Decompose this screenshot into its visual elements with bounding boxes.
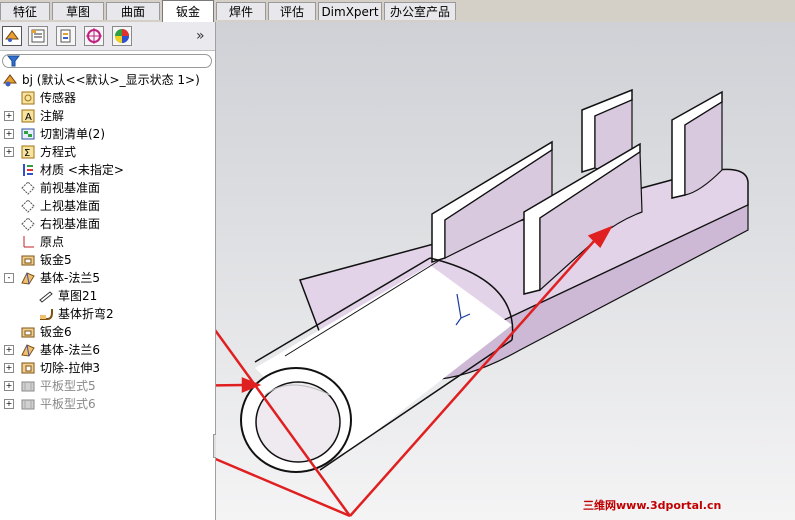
tree-item[interactable]: 基体折弯2 xyxy=(0,305,212,323)
filter-icon xyxy=(7,55,21,67)
tree-item[interactable]: + 切除-拉伸3 xyxy=(0,359,212,377)
expand-icon[interactable]: + xyxy=(4,363,14,373)
cut-extrude-icon xyxy=(20,360,36,376)
tree-item[interactable]: 钣金5 xyxy=(0,251,212,269)
base-flange-icon xyxy=(20,342,36,358)
tab-1[interactable]: 草图 xyxy=(52,2,104,20)
command-manager-tabs: 特征 草图 曲面 钣金 焊件 评估 DimXpert 办公室产品 xyxy=(0,0,795,23)
tree-item-label: 传感器 xyxy=(40,91,77,105)
expand-icon[interactable]: + xyxy=(4,399,14,409)
tree-item-label: 平板型式6 xyxy=(40,397,96,411)
flat-pattern-icon xyxy=(20,396,36,412)
expand-icon[interactable]: + xyxy=(4,111,14,121)
part-icon xyxy=(2,72,18,88)
sketch-icon xyxy=(38,288,54,304)
svg-text:A: A xyxy=(25,112,32,123)
tab-5[interactable]: 评估 xyxy=(268,2,316,20)
tree-root-label: bj (默认<<默认>_显示状态 1>) xyxy=(22,73,200,87)
tree-item-label: 平板型式5 xyxy=(40,379,96,393)
tab-4[interactable]: 焊件 xyxy=(216,2,266,20)
tree-item[interactable]: 钣金6 xyxy=(0,323,212,341)
tree-item[interactable]: + 平板型式5 xyxy=(0,377,212,395)
tree-item-label: 钣金5 xyxy=(40,253,72,267)
plane-icon xyxy=(20,198,36,214)
origin-icon xyxy=(20,234,36,250)
tab-7[interactable]: 办公室产品 xyxy=(384,2,456,20)
material-icon xyxy=(20,162,36,178)
base-flange-icon xyxy=(20,270,36,286)
sheetmetal-icon xyxy=(20,252,36,268)
annotation-icon: A xyxy=(20,108,36,124)
expand-icon[interactable]: + xyxy=(4,345,14,355)
tab-0[interactable]: 特征 xyxy=(0,2,50,20)
plane-icon xyxy=(20,180,36,196)
tree-item-label: 注解 xyxy=(40,109,65,123)
tree-item[interactable]: + Σ 方程式 xyxy=(0,143,212,161)
svg-text:Σ: Σ xyxy=(24,148,30,159)
property-manager-icon[interactable] xyxy=(28,26,48,46)
model-viewport xyxy=(216,88,749,518)
tree-item[interactable]: + 基体-法兰6 xyxy=(0,341,212,359)
tree-root[interactable]: bj (默认<<默认>_显示状态 1>) xyxy=(0,71,212,89)
tree-item-label: 前视基准面 xyxy=(40,181,101,195)
tab-6[interactable]: DimXpert xyxy=(318,2,382,20)
tree-item-label: 上视基准面 xyxy=(40,199,101,213)
tree-filter-field[interactable] xyxy=(2,54,212,68)
tree-item[interactable]: 前视基准面 xyxy=(0,179,212,197)
tree-item-label: 原点 xyxy=(40,235,65,249)
tab-2[interactable]: 曲面 xyxy=(106,2,160,20)
dimxpert-manager-icon[interactable] xyxy=(84,26,104,46)
sensor-icon xyxy=(20,90,36,106)
arrow-line-1 xyxy=(216,383,246,387)
tree-item[interactable]: + 切割清单(2) xyxy=(0,125,212,143)
tree-item-label: 钣金6 xyxy=(40,325,72,339)
tree-item[interactable]: 右视基准面 xyxy=(0,215,212,233)
expand-icon[interactable]: + xyxy=(4,381,14,391)
tree-item[interactable]: 材质 <未指定> xyxy=(0,161,212,179)
tab-3[interactable]: 钣金 xyxy=(162,0,214,22)
flat-pattern-icon xyxy=(20,378,36,394)
tree-item[interactable]: - 基体-法兰5 xyxy=(0,269,212,287)
feature-manager-icon[interactable] xyxy=(2,26,22,46)
plane-icon xyxy=(20,216,36,232)
tree-item-label: 方程式 xyxy=(40,145,77,159)
panel-toolbar: » xyxy=(0,22,215,51)
feature-manager-panel: » bj (默认<<默认>_显示状态 1>) 传感器 + A 注解 + 切割清单(2) + Σ… xyxy=(0,22,219,520)
tree-item[interactable]: 原点 xyxy=(0,233,212,251)
tree-item-label: 草图21 xyxy=(58,289,98,303)
panel-expand-chevron-icon[interactable]: » xyxy=(196,28,205,44)
expand-icon[interactable]: + xyxy=(4,147,14,157)
cutlist-icon xyxy=(20,126,36,142)
expand-icon[interactable]: + xyxy=(4,129,14,139)
sheetmetal-icon xyxy=(20,324,36,340)
tree-item-label: 基体-法兰6 xyxy=(40,343,100,357)
tree-item[interactable]: 传感器 xyxy=(0,89,212,107)
display-manager-icon[interactable] xyxy=(112,26,132,46)
bend-icon xyxy=(38,306,54,322)
graphics-area[interactable] xyxy=(216,22,795,520)
tree-item[interactable]: 草图21 xyxy=(0,287,212,305)
tree-item-label: 切割清单(2) xyxy=(40,127,105,141)
tree-item-label: 基体折弯2 xyxy=(58,307,114,321)
tree-item-label: 材质 <未指定> xyxy=(40,163,124,177)
collapse-icon[interactable]: - xyxy=(4,273,14,283)
tree-item-label: 切除-拉伸3 xyxy=(40,361,100,375)
equation-icon: Σ xyxy=(20,144,36,160)
configuration-manager-icon[interactable] xyxy=(56,26,76,46)
tree-item-label: 右视基准面 xyxy=(40,217,101,231)
tree-item-label: 基体-法兰5 xyxy=(40,271,100,285)
tree-item[interactable]: 上视基准面 xyxy=(0,197,212,215)
watermark: 三维网www.3dportal.cn xyxy=(583,499,722,512)
tree-item[interactable]: + 平板型式6 xyxy=(0,395,212,413)
tree-item[interactable]: + A 注解 xyxy=(0,107,212,125)
